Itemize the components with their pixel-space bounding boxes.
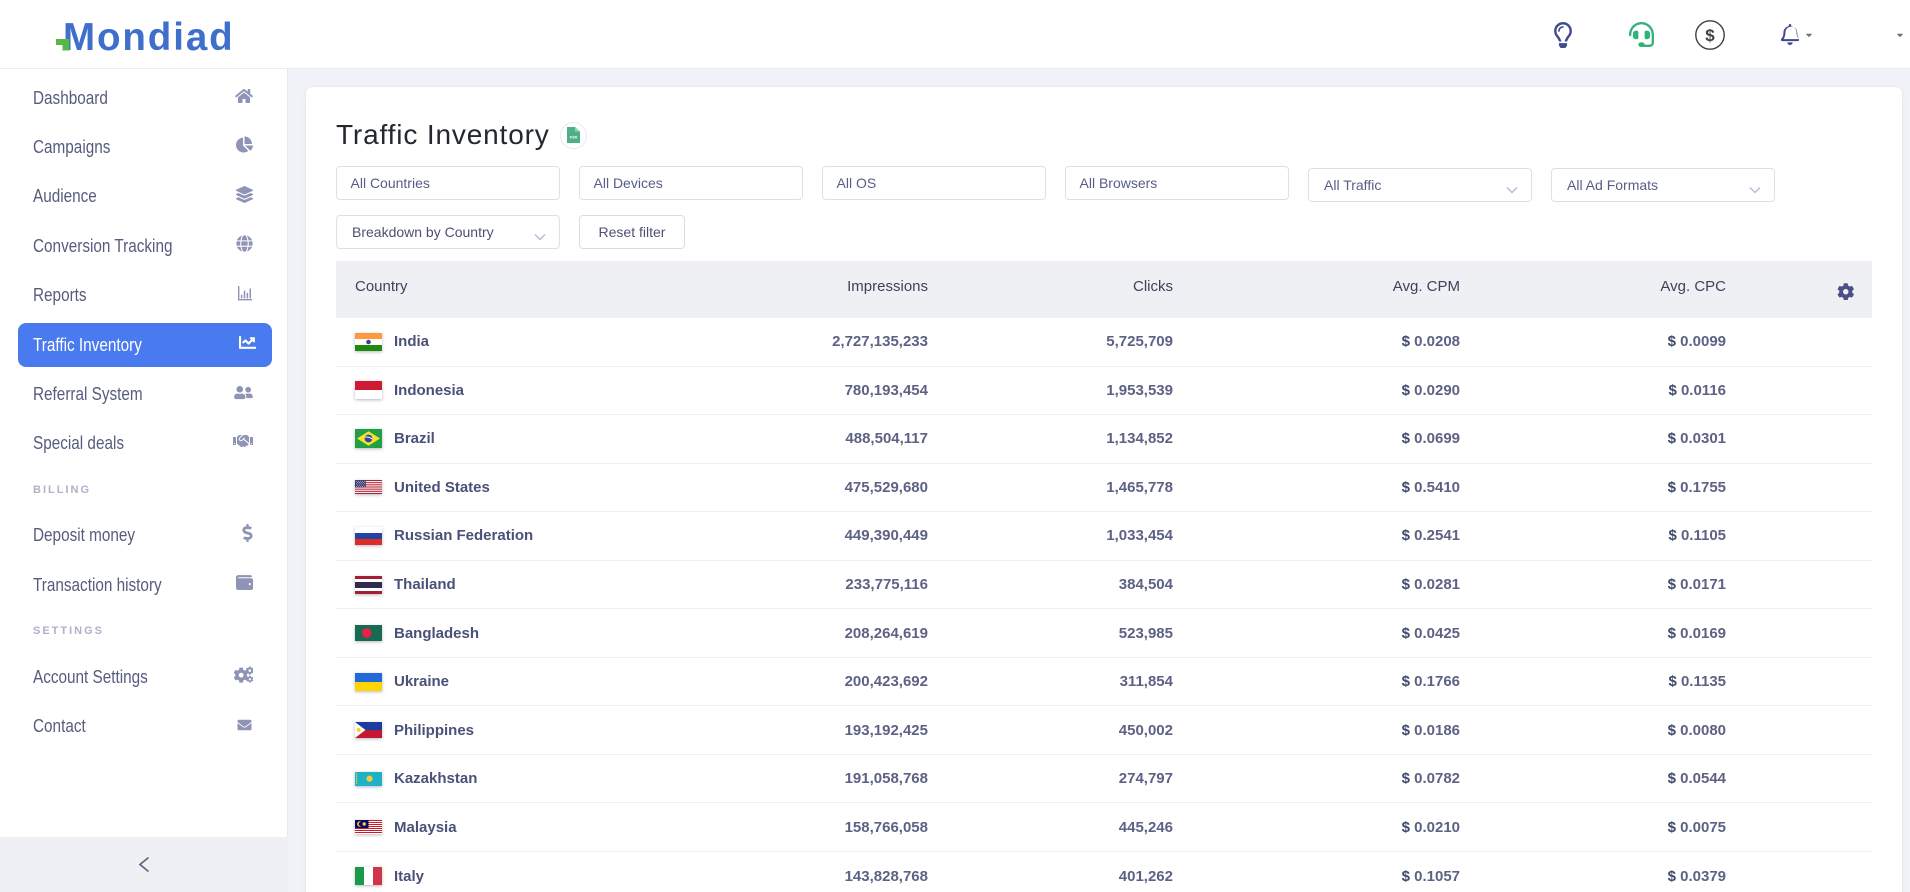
svg-text:Mondiad: Mondiad [63, 16, 235, 55]
svg-text:csv: csv [569, 135, 577, 140]
svg-text:$: $ [1705, 26, 1715, 45]
